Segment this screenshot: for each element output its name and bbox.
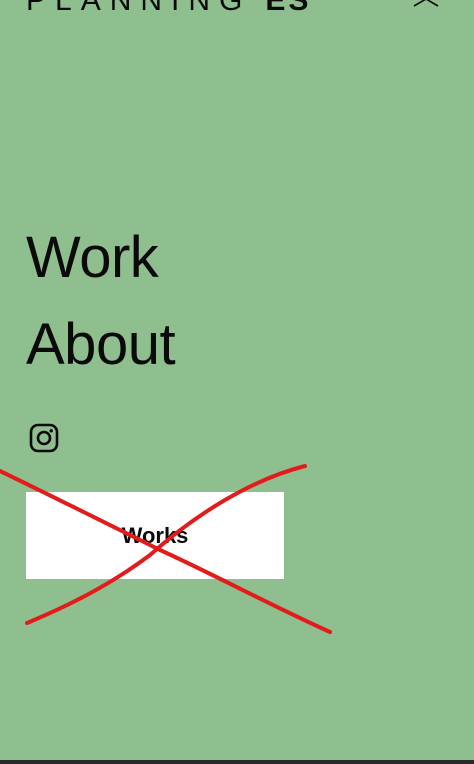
nav-item-about[interactable]: About	[26, 316, 176, 374]
instagram-link[interactable]	[29, 423, 59, 453]
bottom-border	[0, 760, 474, 764]
works-button[interactable]: Works	[26, 492, 284, 579]
nav-item-work[interactable]: Work	[26, 229, 159, 287]
close-menu-button[interactable]	[410, 0, 444, 16]
brand-logo[interactable]: PLANNING ES	[26, 0, 311, 18]
close-icon	[413, 0, 439, 7]
brand-name-light: PLANNING	[26, 0, 252, 17]
brand-name-bold: ES	[265, 0, 312, 17]
red-cross-annotation	[0, 464, 332, 634]
instagram-icon	[29, 423, 59, 453]
